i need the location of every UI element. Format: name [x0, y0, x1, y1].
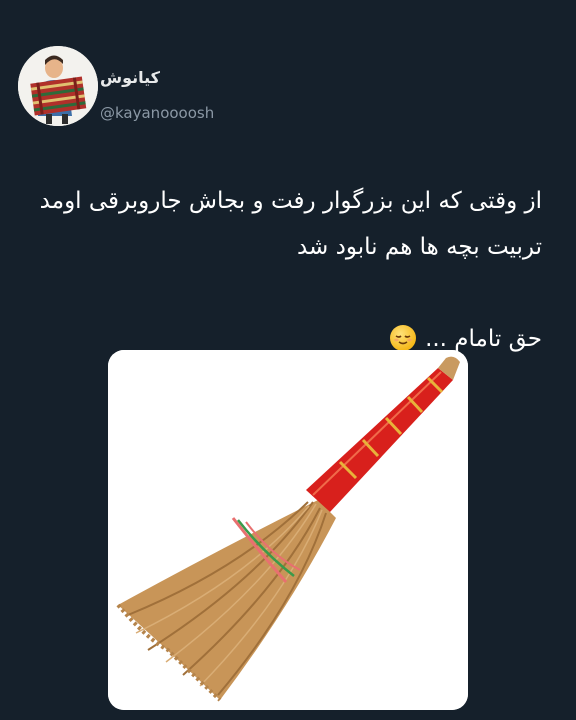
username-handle[interactable]: @kayanoooosh — [100, 104, 214, 122]
avatar[interactable] — [18, 46, 98, 126]
straw-broom-with-red-handle-icon — [108, 350, 468, 710]
tweet-line-1: از وقتی که این بزرگوار رفت و بجاش جاروبر… — [39, 188, 542, 214]
relieved-face-emoji-icon — [389, 325, 416, 351]
tweet-text: از وقتی که این بزرگوار رفت و بجاش جاروبر… — [22, 178, 542, 362]
tweet-image[interactable] — [108, 350, 468, 710]
illustrated-man-with-striped-rug-avatar-icon — [18, 46, 98, 126]
display-name[interactable]: کیانوش — [100, 68, 160, 87]
tweet-line-3-text: حق تامام ... — [425, 326, 542, 352]
tweet-header: کیانوش @kayanoooosh — [18, 46, 558, 128]
tweet-line-2: تربیت بچه ها هم نابود شد — [296, 234, 542, 260]
